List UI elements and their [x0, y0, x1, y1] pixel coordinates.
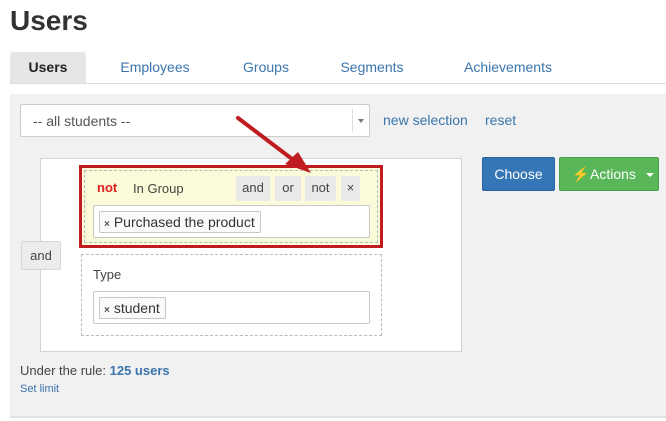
combinator-and-chip[interactable]: and [21, 241, 61, 270]
tab-segments[interactable]: Segments [334, 52, 410, 83]
set-limit-link[interactable]: Set limit [20, 383, 59, 395]
operator-not-button[interactable]: not [305, 176, 336, 201]
actions-label: Actions [590, 166, 636, 182]
audience-select-value: -- all students -- [33, 113, 131, 129]
chevron-down-icon [646, 173, 654, 177]
tag-label: Purchased the product [113, 214, 255, 230]
tab-achievements[interactable]: Achievements [450, 52, 566, 83]
operator-or-button[interactable]: or [275, 176, 301, 201]
tab-groups[interactable]: Groups [234, 52, 298, 83]
close-icon[interactable]: × [104, 219, 110, 230]
actions-dropdown-button[interactable]: ⚡ Actions [559, 157, 659, 191]
tag-student: × student [99, 297, 166, 319]
condition-title-type: Type [93, 267, 122, 282]
rule-summary: Under the rule: 125 users [20, 363, 170, 378]
lightning-bolt-icon: ⚡ [572, 166, 590, 182]
audience-select[interactable]: -- all students -- [20, 104, 370, 137]
group-tag-input[interactable]: × Purchased the product [93, 205, 370, 238]
tab-employees[interactable]: Employees [110, 52, 200, 83]
user-count-link[interactable]: 125 users [110, 363, 170, 378]
choose-button[interactable]: Choose [482, 157, 555, 191]
type-tag-input[interactable]: × student [93, 291, 370, 324]
close-icon[interactable]: × [341, 176, 360, 201]
tag-purchased-the-product: × Purchased the product [99, 211, 261, 233]
chevron-down-icon [358, 119, 364, 123]
negation-label: not [97, 180, 118, 195]
rule-summary-prefix: Under the rule: [20, 363, 106, 378]
tag-label: student [113, 300, 160, 316]
close-icon[interactable]: × [104, 305, 110, 316]
condition-title-in-group: In Group [133, 181, 184, 196]
reset-link[interactable]: reset [485, 112, 516, 128]
operator-and-button[interactable]: and [236, 176, 270, 201]
tab-bar: Users Employees Groups Segments Achievem… [10, 52, 666, 84]
page-title: Users [10, 5, 88, 36]
select-divider [352, 109, 353, 132]
new-selection-link[interactable]: new selection [383, 112, 468, 128]
tab-users[interactable]: Users [10, 52, 86, 83]
